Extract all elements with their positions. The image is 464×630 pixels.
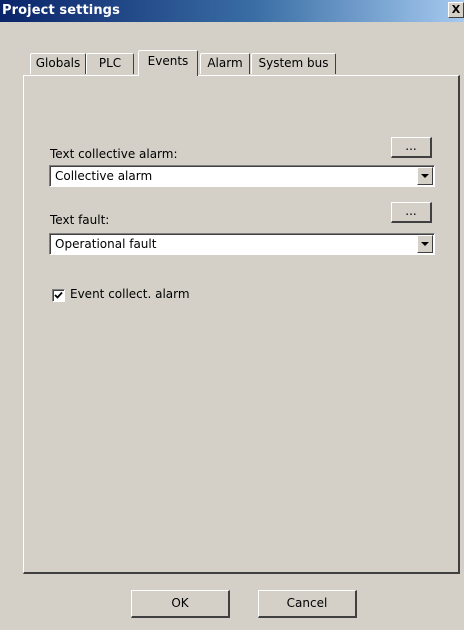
tab-plc[interactable]: PLC bbox=[86, 53, 134, 74]
tab-label: Alarm bbox=[207, 56, 243, 70]
cancel-label: Cancel bbox=[286, 596, 328, 610]
collective-alarm-value: Collective alarm bbox=[55, 169, 153, 183]
tab-label: Globals bbox=[35, 56, 81, 70]
events-tab-panel: ... Text collective alarm: Collective al… bbox=[23, 75, 460, 574]
checkmark-icon bbox=[54, 291, 63, 299]
dropdown-arrow-icon[interactable] bbox=[417, 167, 433, 185]
collective-alarm-label: Text collective alarm: bbox=[50, 147, 178, 161]
cancel-button[interactable]: Cancel bbox=[258, 590, 357, 618]
collective-alarm-browse-button[interactable]: ... bbox=[391, 137, 432, 158]
collective-alarm-dropdown[interactable]: Collective alarm bbox=[49, 165, 435, 187]
tab-label: PLC bbox=[98, 56, 122, 70]
ok-label: OK bbox=[171, 596, 189, 610]
event-collect-alarm-label: Event collect. alarm bbox=[70, 287, 190, 301]
window-title: Project settings bbox=[2, 3, 120, 18]
title-bar[interactable]: Project settings X bbox=[0, 0, 464, 22]
project-settings-dialog: Project settings X Globals PLC Events Al… bbox=[0, 0, 464, 630]
event-collect-alarm-checkbox[interactable] bbox=[52, 289, 65, 302]
ok-button[interactable]: OK bbox=[131, 590, 230, 618]
tab-events[interactable]: Events bbox=[138, 50, 198, 76]
tab-globals[interactable]: Globals bbox=[30, 53, 86, 74]
fault-label: Text fault: bbox=[50, 213, 110, 227]
close-button[interactable]: X bbox=[448, 2, 464, 18]
browse-label: ... bbox=[405, 204, 417, 218]
fault-browse-button[interactable]: ... bbox=[391, 202, 432, 223]
tab-system-bus[interactable]: System bus bbox=[251, 53, 336, 74]
dropdown-arrow-icon[interactable] bbox=[417, 235, 433, 253]
browse-label: ... bbox=[405, 139, 417, 153]
close-icon: X bbox=[451, 3, 461, 16]
tab-alarm[interactable]: Alarm bbox=[200, 53, 250, 74]
fault-dropdown[interactable]: Operational fault bbox=[49, 233, 435, 255]
tab-label: System bus bbox=[258, 56, 329, 70]
fault-value: Operational fault bbox=[55, 237, 157, 251]
tab-label: Events bbox=[147, 54, 189, 68]
